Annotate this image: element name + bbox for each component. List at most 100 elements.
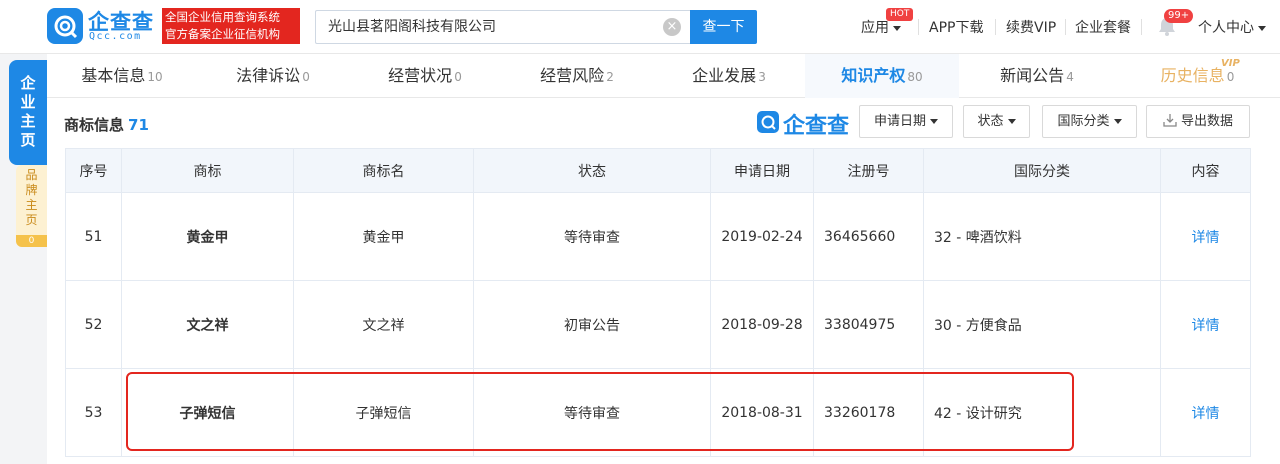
side-tab-char: 页 — [20, 131, 36, 149]
export-data-button[interactable]: 导出数据 — [1146, 105, 1250, 138]
section-count: 71 — [128, 116, 149, 134]
filter-intl-class[interactable]: 国际分类 — [1042, 105, 1137, 138]
col-header-no: 序号 — [65, 148, 122, 193]
side-tab-char: 主 — [20, 112, 36, 130]
side-tab-char: 牌 — [25, 183, 38, 197]
section-tabs: 基本信息 10 法律诉讼 0 经营状况 0 经营风险 2 企业发展 3 知识产权 80 新闻… — [47, 54, 1280, 98]
chevron-down-icon — [1007, 119, 1016, 124]
side-tab-char: 企 — [20, 74, 36, 92]
export-label: 导出数据 — [1180, 114, 1233, 129]
nav-enterprise-package[interactable]: 企业套餐 — [1075, 17, 1131, 37]
cell-trademark-image[interactable]: 文之祥 — [121, 280, 294, 369]
tab-label: 法律诉讼 — [236, 66, 301, 85]
table-row: 51 黄金甲 黄金甲 等待审查 2019-02-24 36465660 32 -… — [65, 192, 1251, 281]
chevron-down-icon — [1258, 25, 1266, 31]
cell-status: 等待审查 — [473, 192, 711, 281]
cell-apply-date: 2019-02-24 — [710, 192, 814, 281]
cell-trademark-image[interactable]: 黄金甲 — [121, 192, 294, 281]
notification-count-badge: 99+ — [1164, 9, 1194, 23]
filter-label: 状态 — [977, 114, 1004, 129]
tab-label: 历史信息 — [1160, 66, 1225, 85]
tab-label: 基本信息 — [81, 66, 146, 85]
nav-divider — [995, 19, 996, 35]
tab-count: 10 — [147, 70, 163, 84]
tab-legal[interactable]: 法律诉讼 0 — [197, 54, 349, 98]
tab-operation[interactable]: 经营状况 0 — [349, 54, 501, 98]
qcc-logo-icon[interactable] — [47, 8, 83, 44]
cell-detail: 详情 — [1160, 368, 1251, 457]
section-title: 商标信息 71 — [64, 114, 149, 135]
tab-label: 知识产权 — [841, 66, 906, 85]
detail-link[interactable]: 详情 — [1192, 230, 1220, 246]
col-header-status: 状态 — [473, 148, 711, 193]
nav-apps-label: 应用 — [861, 20, 889, 36]
download-icon — [1163, 108, 1177, 139]
cell-no: 53 — [65, 368, 122, 457]
tab-count: 0 — [454, 70, 462, 84]
col-header-date: 申请日期 — [710, 148, 814, 193]
side-tab-char: 品 — [25, 168, 38, 182]
cell-trademark-image[interactable]: 子弹短信 — [121, 368, 294, 457]
tab-ip[interactable]: 知识产权 80 — [805, 54, 959, 98]
cell-reg-no: 36465660 — [813, 192, 924, 281]
nav-app-download[interactable]: APP下载 — [929, 17, 983, 37]
tab-count: 3 — [758, 70, 766, 84]
tab-history[interactable]: 历史信息 0 — [1115, 54, 1280, 98]
nav-renew-vip[interactable]: 续费VIP — [1006, 17, 1056, 37]
section-title-label: 商标信息 — [64, 116, 125, 134]
tab-count: 4 — [1066, 70, 1074, 84]
cell-status: 初审公告 — [473, 280, 711, 369]
clear-search-icon[interactable]: × — [663, 18, 681, 36]
search-input[interactable]: 光山县茗阳阁科技有限公司 — [315, 10, 691, 44]
filter-label: 申请日期 — [873, 114, 926, 129]
nav-divider — [1065, 19, 1066, 35]
cell-intl-class: 30 - 方便食品 — [923, 280, 1161, 369]
cell-apply-date: 2018-08-31 — [710, 368, 814, 457]
col-header-mark: 商标 — [121, 148, 294, 193]
chevron-down-icon — [1113, 119, 1122, 124]
nav-personal-center[interactable]: 个人中心 — [1198, 17, 1266, 37]
side-tab-char: 业 — [20, 93, 36, 111]
chevron-down-icon — [930, 119, 938, 124]
cell-intl-class: 42 - 设计研究 — [923, 368, 1161, 457]
tab-risk[interactable]: 经营风险 2 — [501, 54, 653, 98]
detail-link[interactable]: 详情 — [1192, 318, 1220, 334]
cell-trademark-name: 子弹短信 — [293, 368, 474, 457]
cell-detail: 详情 — [1160, 192, 1251, 281]
col-header-name: 商标名 — [293, 148, 474, 193]
tab-count: 2 — [606, 70, 614, 84]
filter-status[interactable]: 状态 — [963, 105, 1030, 138]
badge-line-2: 官方备案企业征信机构 — [165, 27, 280, 41]
col-header-reg: 注册号 — [813, 148, 924, 193]
table-header-row: 序号 商标 商标名 状态 申请日期 注册号 国际分类 内容 — [65, 148, 1251, 193]
cell-intl-class: 32 - 啤酒饮料 — [923, 192, 1161, 281]
cell-detail: 详情 — [1160, 280, 1251, 369]
table-row: 52 文之祥 文之祥 初审公告 2018-09-28 33804975 30 -… — [65, 280, 1251, 369]
qcc-watermark-logo: 企查查 — [783, 114, 850, 139]
detail-link[interactable]: 详情 — [1192, 406, 1220, 422]
logo-domain: Qcc.com — [89, 31, 142, 42]
top-header: 企查查 Qcc.com 全国企业信用查询系统 官方备案企业征信机构 光山县茗阳阁… — [0, 0, 1280, 54]
cell-no: 52 — [65, 280, 122, 369]
side-tab-enterprise-home[interactable]: 企 业 主 页 — [9, 60, 47, 165]
hot-badge: HOT — [886, 8, 914, 21]
col-header-class: 国际分类 — [923, 148, 1161, 193]
tab-basic-info[interactable]: 基本信息 10 — [47, 54, 197, 98]
trademark-table: 序号 商标 商标名 状态 申请日期 注册号 国际分类 内容 51 黄金甲 黄金甲… — [65, 148, 1251, 457]
cell-apply-date: 2018-09-28 — [710, 280, 814, 369]
badge-line-1: 全国企业信用查询系统 — [165, 10, 280, 24]
tab-count: 0 — [302, 70, 310, 84]
tab-development[interactable]: 企业发展 3 — [653, 54, 805, 98]
cell-no: 51 — [65, 192, 122, 281]
side-tab-char: 主 — [25, 198, 38, 212]
tab-news[interactable]: 新闻公告 4 — [959, 54, 1115, 98]
col-header-content: 内容 — [1160, 148, 1251, 193]
search-button[interactable]: 查一下 — [690, 10, 757, 44]
brand-count-badge: 0 — [16, 235, 47, 247]
vip-mark: VIP — [1221, 58, 1240, 69]
filter-apply-date[interactable]: 申请日期 — [859, 105, 953, 138]
cell-reg-no: 33804975 — [813, 280, 924, 369]
cell-status: 等待审查 — [473, 368, 711, 457]
tab-label: 企业发展 — [692, 66, 757, 85]
certification-badge: 全国企业信用查询系统 官方备案企业征信机构 — [162, 8, 300, 44]
